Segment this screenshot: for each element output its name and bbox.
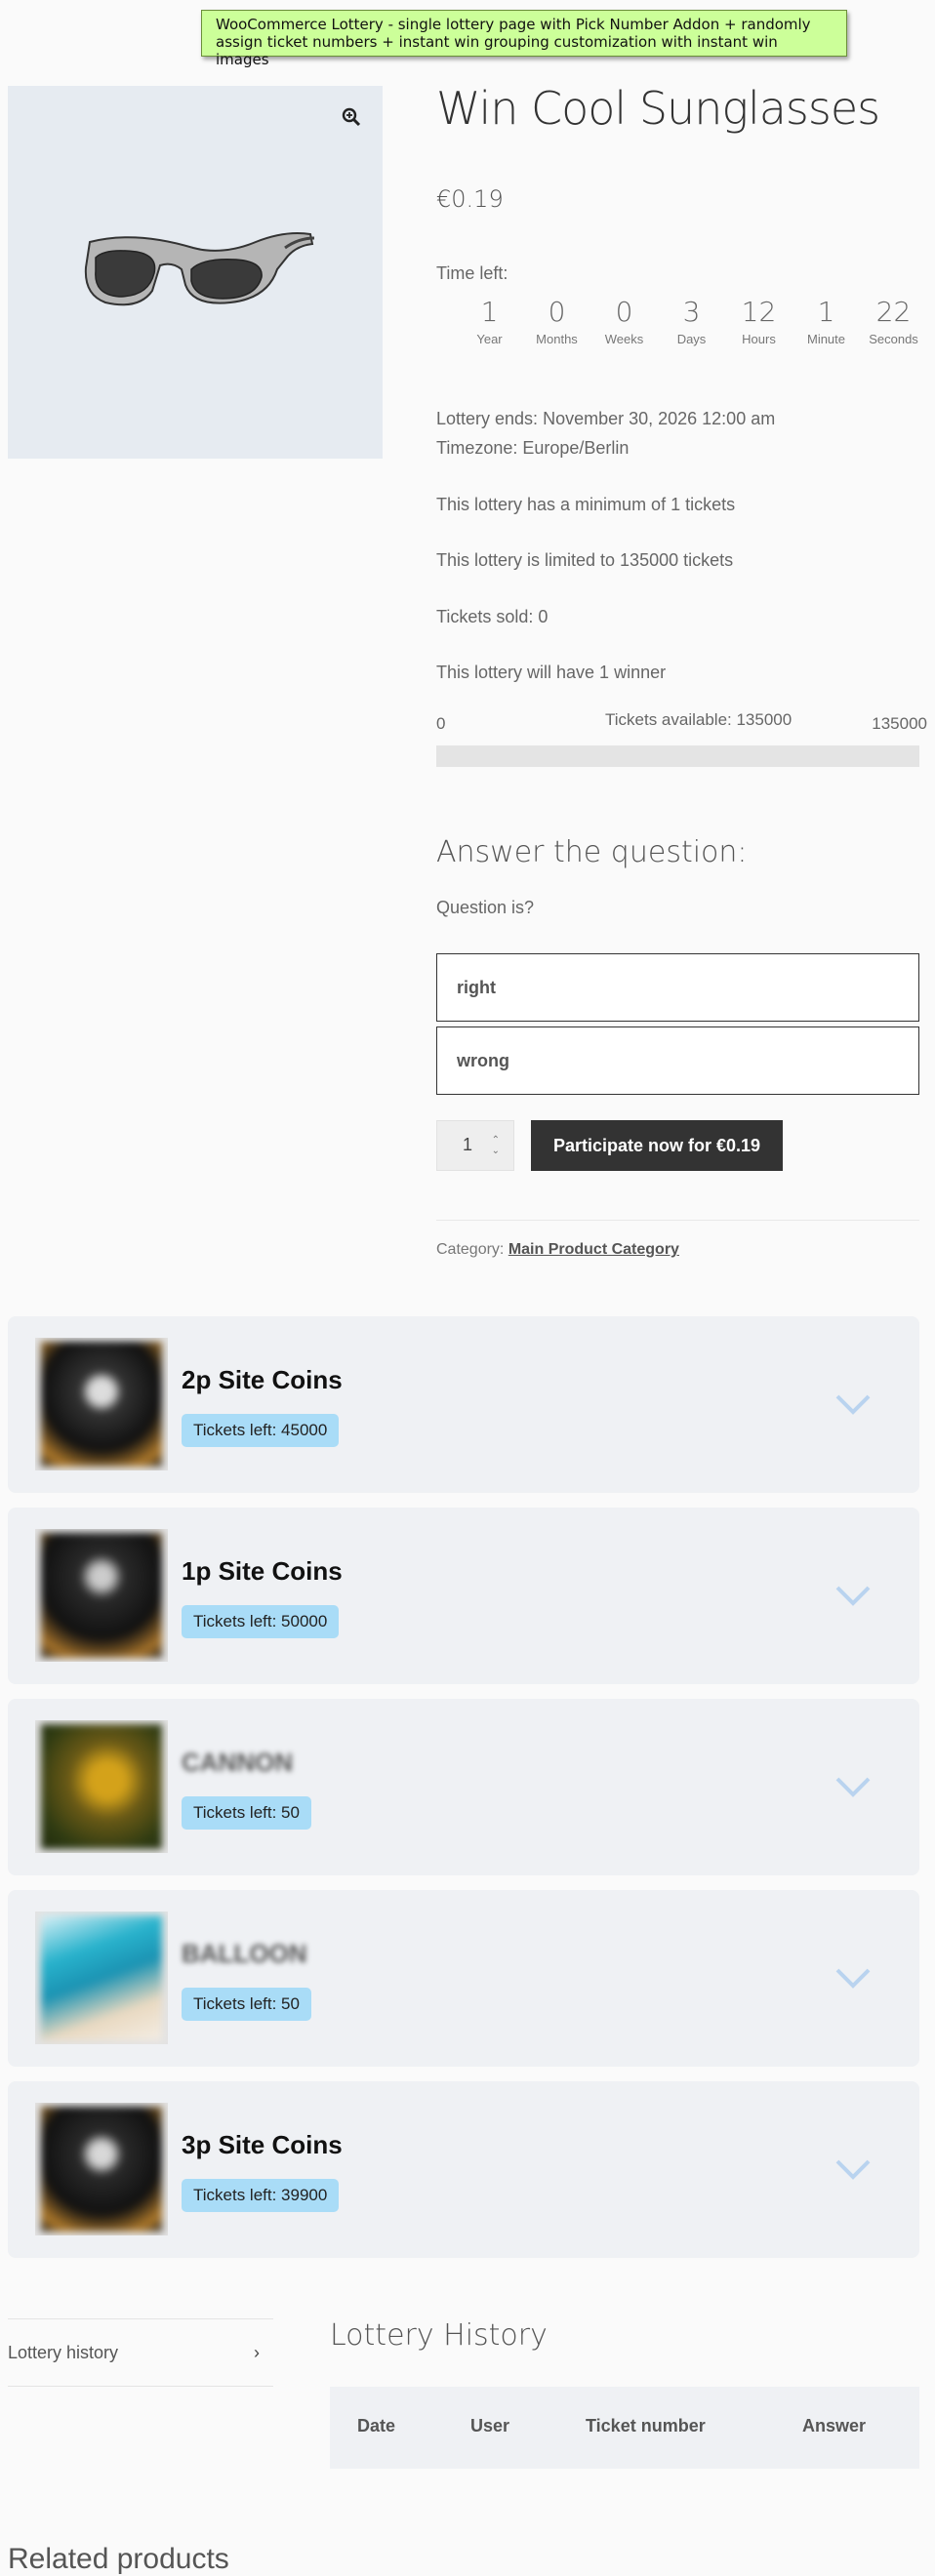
chevron-down-icon[interactable]: [833, 1962, 873, 1992]
zoom-in-icon[interactable]: [342, 107, 361, 127]
product-summary: Win Cool Sunglasses €0.19 Time left: 1 Ye…: [436, 78, 927, 1258]
prize-image: [35, 1720, 168, 1853]
countdown-days: 3 Days: [676, 296, 707, 346]
prize-image: [35, 1529, 168, 1662]
quantity-stepper[interactable]: 1 ⌃ ⌄: [436, 1120, 514, 1171]
chevron-down-icon[interactable]: [833, 2153, 873, 2183]
column-ticket-number: Ticket number: [586, 2416, 706, 2435]
instant-win-prize[interactable]: 1p Site Coins Tickets left: 50000: [8, 1508, 919, 1684]
time-left-label: Time left:: [436, 263, 508, 283]
tab-lottery-history[interactable]: Lottery history ›: [8, 2318, 273, 2387]
product-category: Category: Main Product Category: [436, 1241, 679, 1258]
history-table-header: Date User Ticket number Answer: [330, 2387, 919, 2469]
tab-label[interactable]: Lottery history: [8, 2343, 118, 2363]
annotation-callout: WooCommerce Lottery - single lottery pag…: [201, 10, 847, 68]
category-link[interactable]: Main Product Category: [508, 1241, 679, 1258]
prize-image: [35, 2103, 168, 2235]
instant-win-prize[interactable]: 2p Site Coins Tickets left: 45000: [8, 1316, 919, 1493]
chevron-down-icon[interactable]: [833, 1771, 873, 1800]
chevron-down-icon[interactable]: [833, 1580, 873, 1609]
prize-image: [35, 1912, 168, 2044]
column-answer: Answer: [802, 2416, 867, 2435]
countdown-minute: 1 Minute: [806, 296, 846, 346]
progress-min: 0: [436, 714, 446, 733]
stepper-arrows-icon[interactable]: ⌃ ⌄: [492, 1135, 500, 1156]
progress-labels: 0 Tickets available: 135000 135000: [436, 710, 927, 738]
lottery-timezone: Timezone: Europe/Berlin: [436, 438, 630, 458]
progress-max: 135000: [872, 714, 927, 733]
column-user: User: [470, 2416, 510, 2435]
prize-name: CANNON: [182, 1748, 294, 1777]
prize-name: 1p Site Coins: [182, 1556, 343, 1586]
history-title: Lottery History: [330, 2318, 548, 2353]
product-price: €0.19: [436, 185, 504, 213]
divider: [436, 1220, 919, 1221]
countdown-year: 1 Year: [476, 296, 503, 346]
column-date: Date: [357, 2416, 396, 2435]
countdown: 1 Year 0 Months 0 Weeks 3 Days 12 Hours 1 Minu…: [456, 295, 927, 346]
prize-name: 2p Site Coins: [182, 1365, 343, 1394]
instant-win-prize[interactable]: CANNON Tickets left: 50: [8, 1699, 919, 1875]
max-tickets: This lottery is limited to 135000 ticket…: [436, 550, 734, 570]
tickets-left-badge: Tickets left: 50000: [182, 1605, 340, 1638]
chevron-down-icon[interactable]: [833, 1389, 873, 1418]
question-text: Question is?: [436, 898, 535, 917]
tickets-sold: Tickets sold: 0: [436, 607, 549, 626]
countdown-weeks: 0 Weeks: [604, 296, 644, 346]
product-gallery[interactable]: [8, 86, 383, 459]
prize-image: [35, 1338, 168, 1470]
tickets-left-badge: Tickets left: 50: [182, 1988, 311, 2021]
sunglasses-image: [84, 232, 315, 306]
tickets-left-badge: Tickets left: 50: [182, 1796, 311, 1830]
answer-option-right[interactable]: right: [436, 953, 919, 1022]
countdown-seconds: 22 Seconds: [869, 296, 918, 346]
winners-count: This lottery will have 1 winner: [436, 663, 667, 682]
related-products-title: Related products: [8, 2543, 229, 2575]
prize-name: 3p Site Coins: [182, 2130, 343, 2159]
progress-available: Tickets available: 135000: [605, 710, 793, 729]
answer-option-wrong[interactable]: wrong: [436, 1026, 919, 1095]
quantity-value[interactable]: 1: [463, 1135, 472, 1155]
product-title: Win Cool Sunglasses: [436, 82, 880, 135]
tickets-left-badge: Tickets left: 45000: [182, 1414, 340, 1447]
instant-win-prize[interactable]: BALLOON Tickets left: 50: [8, 1890, 919, 2067]
lottery-ends: Lottery ends: November 30, 2026 12:00 am: [436, 409, 776, 428]
instant-win-prize[interactable]: 3p Site Coins Tickets left: 39900: [8, 2081, 919, 2258]
countdown-months: 0 Months: [536, 296, 578, 346]
countdown-hours: 12 Hours: [741, 296, 777, 346]
prize-name: BALLOON: [182, 1939, 307, 1968]
participate-button[interactable]: Participate now for €0.19: [531, 1120, 783, 1171]
tickets-left-badge: Tickets left: 39900: [182, 2179, 340, 2212]
tickets-progress-bar: [436, 745, 919, 767]
question-title: Answer the question:: [436, 835, 748, 869]
min-tickets: This lottery has a minimum of 1 tickets: [436, 495, 736, 514]
chevron-right-icon: ›: [254, 2343, 260, 2362]
